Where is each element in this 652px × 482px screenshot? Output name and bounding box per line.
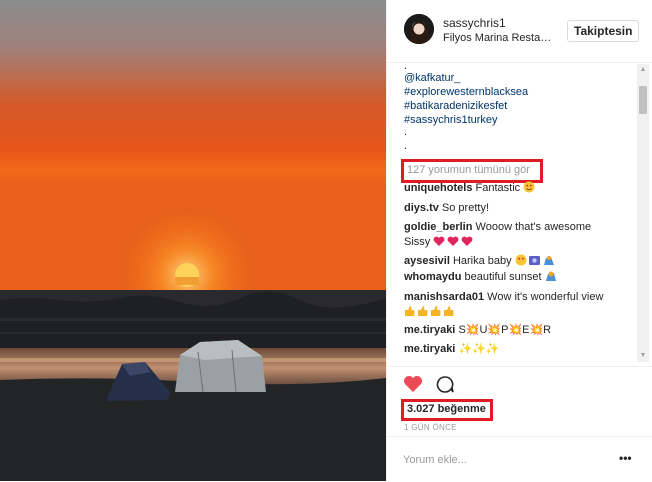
comment: goldie_berlin Wooow that's awesome Sissy	[404, 220, 591, 252]
location[interactable]: Filyos Marina Restaurant	[443, 32, 553, 44]
caption-line: .	[404, 126, 408, 138]
likes-label: 3.027 beğenme	[407, 403, 486, 415]
instagram-post-modal: sassychris1 Filyos Marina Restaurant Tak…	[0, 0, 652, 481]
caption-hashtag[interactable]: #batikaradenizikesfet	[404, 100, 507, 112]
thumbs-up-icon	[404, 305, 456, 322]
heart-eyes-camera-flag-icon	[515, 254, 555, 271]
comment-user[interactable]: goldie_berlin	[404, 221, 472, 233]
comments-scrollbar[interactable]: ▲ ▼	[637, 64, 649, 362]
comment-text: beautiful sunset	[464, 271, 542, 283]
comment-text: Wooow that's awesome	[475, 221, 592, 233]
comment-user[interactable]: me.tiryaki	[404, 324, 455, 336]
comment: diys.tv So pretty!	[404, 201, 489, 216]
caption-line: .	[404, 140, 408, 152]
scroll-up-icon[interactable]: ▲	[639, 66, 647, 74]
person-emoji-icon	[545, 270, 557, 287]
comments-list[interactable]: . @kafkatur_ #explorewesternblacksea #ba…	[387, 62, 637, 362]
likes-count[interactable]: 3.027 beğenme	[401, 399, 493, 421]
comment: manishsarda01 Wow it's wonderful view	[404, 290, 603, 322]
scroll-thumb[interactable]	[639, 86, 647, 114]
scroll-down-icon[interactable]: ▼	[639, 352, 647, 360]
comment-bubble-icon[interactable]	[435, 375, 455, 398]
load-more-label: 127 yorumun tümünü gör	[407, 164, 530, 176]
caption-line: .	[404, 62, 408, 72]
comment: aysesivil Harika baby	[404, 254, 555, 271]
following-button[interactable]: Takiptesin	[567, 20, 640, 42]
comment-text: Fantastic	[475, 182, 521, 194]
comment: me.tiryaki ✨✨✨	[404, 342, 500, 357]
caption-hashtag[interactable]: #explorewesternblacksea	[404, 86, 528, 98]
post-time: 1 GÜN ÖNCE	[404, 423, 457, 432]
comment: whomaydu beautiful sunset	[404, 270, 557, 287]
avatar[interactable]	[404, 14, 434, 44]
more-options-icon[interactable]: •••	[619, 451, 632, 465]
comment-user[interactable]: uniquehotels	[404, 182, 472, 194]
caption-mention[interactable]: @kafkatur_	[404, 72, 460, 84]
heart-icon[interactable]	[403, 375, 423, 398]
comment-user[interactable]: aysesivil	[404, 255, 450, 267]
comment: me.tiryaki S💥U💥P💥E💥R	[404, 323, 551, 338]
comment-text: ✨✨✨	[458, 343, 500, 355]
post-header: sassychris1 Filyos Marina Restaurant Tak…	[387, 0, 652, 63]
comment-text: S💥U💥P💥E💥R	[458, 324, 552, 336]
comment-input[interactable]: Yorum ekle...	[403, 454, 467, 466]
comment-user[interactable]: whomaydu	[404, 271, 461, 283]
comment-user[interactable]: me.tiryaki	[404, 343, 455, 355]
post-side-panel: sassychris1 Filyos Marina Restaurant Tak…	[386, 0, 652, 481]
red-hearts-icon	[433, 236, 473, 252]
post-photo[interactable]	[0, 0, 386, 481]
post-actions: 3.027 beğenme 1 GÜN ÖNCE	[387, 366, 652, 447]
caption-hashtag[interactable]: #sassychris1turkey	[404, 114, 498, 126]
comment-user[interactable]: manishsarda01	[404, 291, 484, 303]
add-comment-bar: Yorum ekle... •••	[387, 436, 652, 482]
comment-text: Wow it's wonderful view	[487, 291, 604, 303]
comment-text-continued: Sissy	[404, 236, 431, 248]
comment-text: So pretty!	[441, 202, 489, 214]
username[interactable]: sassychris1	[443, 16, 506, 30]
comment: uniquehotels Fantastic	[404, 181, 535, 198]
heart-eyes-emoji-icon	[523, 181, 535, 198]
load-more-comments[interactable]: 127 yorumun tümünü gör	[401, 159, 543, 183]
comment-text: Harika baby	[452, 255, 512, 267]
comment-user[interactable]: diys.tv	[404, 202, 439, 214]
